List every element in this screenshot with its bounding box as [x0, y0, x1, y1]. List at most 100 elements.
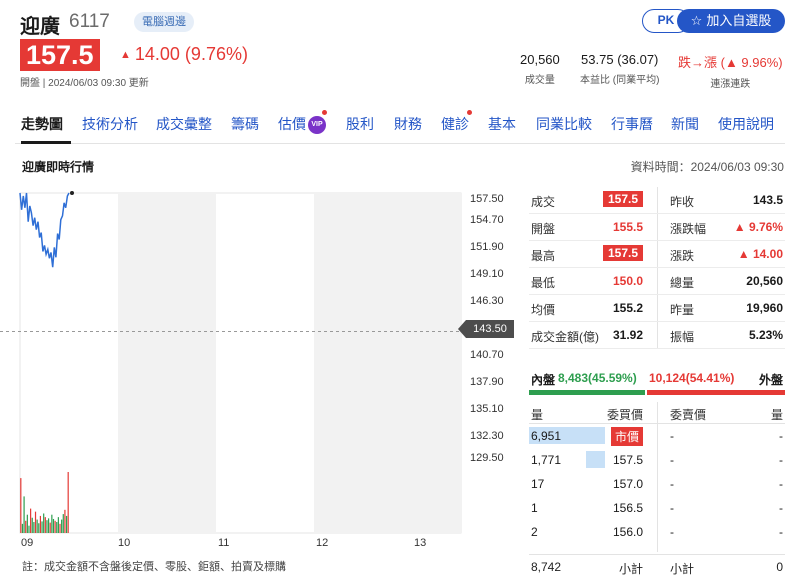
- quote-value: ▲ 14.00: [737, 247, 783, 261]
- tab-help[interactable]: 使用說明: [718, 114, 774, 134]
- bid-qty: 1,771: [531, 453, 562, 467]
- volume-bar: [26, 514, 28, 533]
- current-price: 157.5: [20, 39, 100, 71]
- volume-bar: [36, 519, 38, 533]
- ask-price: -: [670, 525, 674, 539]
- stat-streak: 跌→漲 (▲ 9.96%) 連漲連跌: [678, 52, 783, 90]
- stat-pe: 53.75 (36.07) 本益比 (同業平均): [580, 52, 659, 86]
- prev-close-label: 143.50: [466, 320, 514, 338]
- quote-label: 昨量: [670, 303, 695, 317]
- quote-value: 155.5: [612, 220, 643, 234]
- tab-bar: 走勢圖 技術分析 成交彙整 籌碼 估價 VIP 股利 財務 健診 基本 同業比較 …: [15, 108, 785, 144]
- ask-qty: -: [779, 453, 783, 467]
- tab-health[interactable]: 健診: [441, 114, 469, 134]
- volume-bar: [65, 515, 68, 533]
- bid-price: 157.0: [612, 477, 643, 491]
- add-watchlist-button[interactable]: ☆ 加入自選股: [677, 9, 785, 33]
- intraday-chart-svg[interactable]: [0, 180, 530, 575]
- tab-calendar[interactable]: 行事曆: [611, 114, 653, 134]
- bid-qty: 17: [531, 477, 545, 491]
- quote-value: ▲ 9.76%: [733, 220, 783, 234]
- tab-valuation[interactable]: 估價 VIP: [278, 114, 326, 135]
- order-row: 17 157.0 - -: [529, 472, 785, 496]
- order-row: 6,951 市價 - -: [529, 424, 785, 448]
- ask-qty: -: [779, 501, 783, 515]
- active-tab-indicator: [21, 141, 71, 144]
- quote-label: 漲跌: [670, 249, 695, 263]
- tab-trend[interactable]: 走勢圖: [21, 114, 63, 134]
- volume-bar: [49, 522, 51, 533]
- intraday-chart[interactable]: 157.50 154.70 151.90 149.10 146.30 143.5…: [0, 180, 530, 575]
- y-tick: 140.70: [470, 349, 504, 361]
- inner-label: 內盤: [531, 373, 556, 387]
- bid-qty: 6,951: [531, 429, 562, 443]
- industry-tag[interactable]: 電腦週邊: [134, 12, 194, 32]
- health-notify-dot: [467, 110, 472, 115]
- volume-bar: [38, 523, 40, 533]
- volume-bar: [39, 515, 42, 533]
- stock-code: 6117: [69, 11, 110, 32]
- volume-bar: [44, 517, 46, 533]
- tab-technical[interactable]: 技術分析: [82, 114, 138, 134]
- hour-band: [314, 193, 412, 533]
- volume-bar: [46, 520, 48, 533]
- quote-row: 最低 150.0 總量 20,560: [529, 268, 785, 295]
- order-row: 1 156.5 - -: [529, 496, 785, 520]
- tab-chips[interactable]: 籌碼: [231, 114, 259, 134]
- bid-price: 156.0: [612, 525, 643, 539]
- last-price-marker: [70, 191, 74, 195]
- ask-qty: -: [779, 429, 783, 443]
- tab-basic[interactable]: 基本: [488, 114, 516, 134]
- inner-ratio-bar: [529, 390, 645, 395]
- quote-value: 155.2: [612, 301, 643, 315]
- bid-price: 156.5: [612, 501, 643, 515]
- inner-value: 8,483(45.59%): [558, 371, 637, 385]
- volume-bar: [31, 517, 33, 533]
- volume-bar: [23, 496, 25, 533]
- quote-row: 開盤 155.5 漲跌幅 ▲ 9.76%: [529, 214, 785, 241]
- quote-row: 成交金額(億) 31.92 振幅 5.23%: [529, 322, 785, 349]
- tab-dividend[interactable]: 股利: [346, 114, 374, 134]
- ask-qty: -: [779, 525, 783, 539]
- order-book: 量 委買價 委賣價 量 6,951 市價 - - 1,771 157.5 - -…: [529, 402, 785, 552]
- ask-price: -: [670, 501, 674, 515]
- section-title: 迎廣即時行情: [22, 160, 95, 174]
- bid-total-label: 小計: [618, 562, 643, 576]
- bid-qty: 2: [531, 525, 538, 539]
- stat-streak-label: 連漲連跌: [710, 79, 751, 90]
- x-tick: 09: [21, 537, 34, 549]
- quote-label: 總量: [670, 276, 695, 290]
- up-arrow-icon: ▲: [120, 49, 131, 61]
- tab-financial[interactable]: 財務: [394, 114, 422, 134]
- x-tick: 11: [218, 537, 230, 549]
- ask-total-qty: 0: [776, 560, 783, 574]
- y-tick: 151.90: [470, 241, 504, 253]
- hour-band: [412, 193, 461, 533]
- volume-bar: [30, 508, 32, 533]
- chart-footnote: 註：成交金額不含盤後定價、零股、鉅額、拍賣及標購: [22, 561, 286, 573]
- bid-ask-summary: 內盤 8,483(45.59%) 10,124(54.41%) 外盤: [529, 371, 785, 391]
- volume-bar: [47, 518, 50, 533]
- x-tick: 13: [414, 537, 427, 549]
- star-icon: ☆: [690, 13, 703, 28]
- order-row: 2 156.0 - -: [529, 520, 785, 544]
- x-tick: 12: [316, 537, 329, 549]
- outer-label: 外盤: [758, 373, 783, 387]
- y-tick: 149.10: [470, 268, 504, 280]
- tab-news[interactable]: 新聞: [671, 114, 699, 134]
- quote-label: 最低: [531, 276, 556, 290]
- quote-value: 143.5: [752, 193, 783, 207]
- stat-pe-value: 53.75 (36.07): [581, 52, 659, 67]
- x-tick: 10: [118, 537, 131, 549]
- ask-price: -: [670, 429, 674, 443]
- price-change: ▲ 14.00 (9.76%): [120, 44, 248, 65]
- volume-bar: [59, 523, 61, 533]
- ask-qty-header: 量: [770, 408, 783, 422]
- ask-price: -: [670, 453, 674, 467]
- bid-volume-bar: [586, 451, 605, 468]
- stat-volume-label: 成交量: [524, 75, 555, 86]
- y-tick: 157.50: [470, 193, 504, 205]
- tab-peer-compare[interactable]: 同業比較: [536, 114, 592, 134]
- tab-trade-summary[interactable]: 成交彙整: [156, 114, 212, 134]
- quote-label: 漲跌幅: [670, 222, 707, 236]
